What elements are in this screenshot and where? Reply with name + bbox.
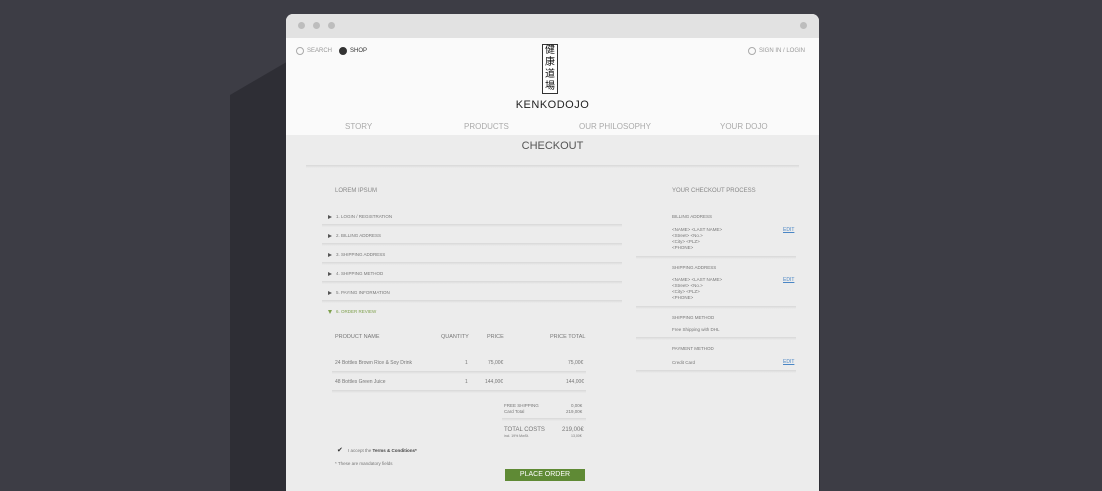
divider (636, 256, 796, 259)
terms-link[interactable]: Terms & Conditions* (373, 448, 417, 453)
divider (636, 306, 796, 309)
step-shipping-method[interactable]: 4. SHIPPING METHOD (328, 271, 383, 276)
nav-products[interactable]: PRODUCTS (464, 122, 509, 131)
section-title: LOREM IPSUM (335, 188, 378, 194)
shipping-method-value: Free Shipping with DHL (672, 327, 720, 332)
website: SEARCH SHOP SIGN IN / LOGIN 健 康 道 場 KENK… (286, 38, 819, 491)
card-total-label: Card Total (504, 409, 525, 414)
divider (306, 165, 799, 168)
signin-link[interactable]: SIGN IN / LOGIN (747, 47, 805, 55)
row1-price-total: 75,00€ (568, 360, 584, 366)
divider (332, 390, 586, 393)
shipping-label: SHIPPING ADDRESS (672, 265, 717, 270)
terms-checkbox[interactable]: ✔ (337, 446, 343, 454)
window-menu-dot[interactable] (800, 22, 807, 29)
divider (322, 281, 622, 284)
divider (636, 337, 796, 340)
nav-story[interactable]: STORY (345, 122, 372, 131)
divider (322, 224, 622, 227)
nav-our-philosophy[interactable]: OUR PHILOSOPHY (579, 122, 651, 131)
row2-price-total: 144,00€ (566, 379, 585, 385)
browser-window: SEARCH SHOP SIGN IN / LOGIN 健 康 道 場 KENK… (286, 14, 819, 491)
divider (332, 371, 586, 374)
col-quantity: QUANTITY (441, 334, 469, 340)
triangle-right-icon (328, 290, 332, 295)
mandatory-note: * These are mandatory fields (335, 461, 393, 466)
logo-emblem[interactable]: 健 康 道 場 (542, 44, 558, 94)
row2-price: 144,00€ (485, 379, 504, 385)
triangle-right-icon (328, 233, 332, 238)
triangle-down-icon (328, 309, 332, 314)
user-icon (747, 47, 756, 55)
row1-product: 24 Bottles Brown Rice & Soy Drink (335, 360, 412, 366)
row1-price: 75,00€ (488, 360, 504, 366)
triangle-right-icon (328, 214, 332, 219)
edit-shipping-link[interactable]: EDIT (783, 277, 794, 283)
step-billing[interactable]: 2. BILLING ADDRESS (328, 233, 381, 238)
step-paying-information[interactable]: 5. PAYING INFORMATION (328, 290, 390, 295)
card-total-value: 219,00€ (566, 409, 583, 414)
window-close-dot[interactable] (298, 22, 305, 29)
row2-product: 48 Bottles Green Juice (335, 379, 386, 385)
nav-your-dojo[interactable]: YOUR DOJO (720, 122, 768, 131)
billing-label: BILLING ADDRESS (672, 214, 713, 219)
divider (502, 418, 586, 421)
col-price: PRICE (487, 334, 504, 340)
divider (322, 300, 622, 303)
checkout-content: CHECKOUT LOREM IPSUM 1. LOGIN / REGISTRA… (286, 135, 819, 491)
payment-method-label: PAYMENT METHOD (672, 346, 714, 351)
site-header: SEARCH SHOP SIGN IN / LOGIN 健 康 道 場 KENK… (286, 38, 819, 135)
edit-payment-link[interactable]: EDIT (783, 359, 794, 365)
divider (636, 370, 796, 373)
total-costs-value: 219,00€ (562, 427, 584, 433)
row1-quantity: 1 (465, 360, 468, 366)
free-shipping-value: 0,00€ (571, 403, 583, 408)
browser-titlebar (286, 14, 819, 38)
place-order-button[interactable]: PLACE ORDER (505, 469, 585, 481)
free-shipping-label: FREE SHIPPING (504, 403, 539, 408)
step-shipping-address[interactable]: 3. SHIPPING ADDRESS (328, 252, 385, 257)
vat-label: incl. 19% MwSt. (504, 434, 529, 438)
divider (322, 262, 622, 265)
sidebar-title: YOUR CHECKOUT PROCESS (672, 188, 756, 194)
triangle-right-icon (328, 252, 332, 257)
window-maximize-dot[interactable] (328, 22, 335, 29)
step-login[interactable]: 1. LOGIN / REGISTRATION (328, 214, 392, 219)
shop-link[interactable]: SHOP (339, 47, 367, 55)
shipping-address: <NAME> <LAST NAME> <Street> <No.> <City>… (672, 277, 723, 300)
step-order-review[interactable]: 6. ORDER REVIEW (328, 309, 376, 314)
col-price-total: PRICE TOTAL (550, 334, 586, 340)
vat-value: 13,00€ (571, 434, 582, 438)
window-minimize-dot[interactable] (313, 22, 320, 29)
brand-name[interactable]: KENKODOJO (286, 99, 819, 111)
payment-method-value: Credit Card (672, 360, 696, 365)
billing-address: <NAME> <LAST NAME> <Street> <No.> <City>… (672, 227, 723, 250)
terms-text[interactable]: I accept the Terms & Conditions* (348, 448, 417, 453)
col-product-name: PRODUCT NAME (335, 334, 380, 340)
shop-icon (339, 47, 347, 55)
row2-quantity: 1 (465, 379, 468, 385)
search-link[interactable]: SEARCH (296, 47, 332, 55)
search-icon (296, 47, 304, 55)
main-nav: STORY PRODUCTS OUR PHILOSOPHY YOUR DOJO (286, 118, 819, 135)
shipping-method-label: SHIPPING METHOD (672, 315, 715, 320)
total-costs-label: TOTAL COSTS (504, 427, 545, 433)
triangle-right-icon (328, 271, 332, 276)
page-title: CHECKOUT (521, 140, 584, 152)
divider (322, 243, 622, 246)
edit-billing-link[interactable]: EDIT (783, 227, 794, 233)
